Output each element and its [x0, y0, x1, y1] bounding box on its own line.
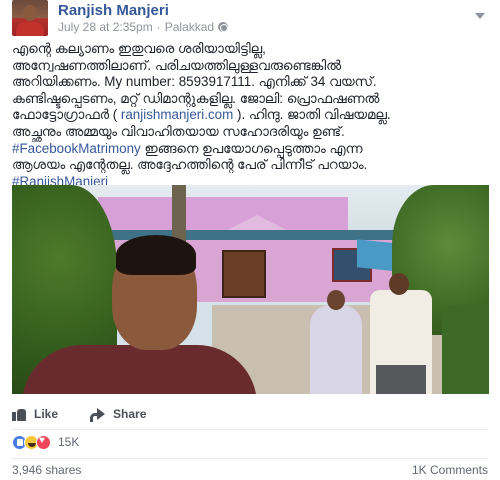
post-footer: 3,946 shares 1K Comments — [12, 458, 488, 480]
author-name-link[interactable]: Ranjish Manjeri — [58, 2, 228, 20]
post-text-line: അറിയിക്കണം. My number: 8593917111. എനിക്… — [12, 74, 377, 90]
mother-figure — [310, 305, 362, 394]
avatar-face — [23, 5, 37, 21]
post-meta: July 28 at 2:35pm · Palakkad — [58, 19, 229, 35]
bush-right — [442, 305, 489, 394]
shares-count-link[interactable]: 3,946 shares — [12, 463, 81, 477]
house-door — [222, 250, 266, 298]
globe-icon — [218, 22, 229, 32]
father-legs — [376, 365, 426, 394]
reaction-count: 15K — [58, 435, 80, 449]
post-timestamp-link[interactable]: July 28 at 2:35pm — [58, 20, 153, 35]
post-text-line: #FacebookMatrimony ഇങ്ങനെ ഉപയോഗപ്പെടുത്ത… — [12, 141, 488, 158]
palm-trunk — [172, 185, 186, 245]
post-actions-bar: Like Share — [12, 398, 488, 430]
post-location-link[interactable]: Palakkad — [165, 20, 214, 35]
website-link[interactable]: ranjishmanjeri.com — [121, 107, 233, 122]
avatar-shirt — [16, 22, 44, 36]
man-figure — [22, 345, 257, 394]
reaction-icons — [12, 434, 51, 450]
post-text-line: അച്ഛനും അമ്മയും വിവാഹിതയായ സഹോദരിയും ഉണ്… — [12, 123, 345, 139]
like-button[interactable]: Like — [12, 407, 58, 421]
post-header: Ranjish Manjeri July 28 at 2:35pm · Pala… — [12, 0, 229, 36]
share-arrow-icon — [90, 407, 106, 422]
post-text-line: കണ്ടിഷ്ടപ്പെടണം, മറ്റ് ഡിമാന്റുകളില്ല. ജ… — [12, 90, 380, 106]
thumbs-up-icon — [12, 407, 26, 421]
facebook-post: Ranjish Manjeri July 28 at 2:35pm · Pala… — [0, 0, 500, 480]
post-photo[interactable] — [12, 185, 489, 394]
post-text-segment: ഇങ്ങനെ ഉപയോഗപ്പെടുത്താം എന്ന — [140, 140, 363, 156]
post-text-line: ഫോട്ടോഗ്രാഫർ ( ranjishmanjeri.com ). ഹിന… — [12, 107, 488, 124]
reactions-summary[interactable]: 15K — [12, 433, 79, 451]
author-avatar[interactable] — [12, 0, 48, 36]
comments-count-link[interactable]: 1K Comments — [412, 463, 488, 477]
post-text: എന്റെ കല്യാണം ഇതുവരെ ശരിയായിട്ടില്ല, അന്… — [12, 41, 488, 190]
mother-head — [327, 290, 345, 310]
meta-separator: · — [156, 19, 161, 34]
author-block: Ranjish Manjeri July 28 at 2:35pm · Pala… — [58, 2, 229, 35]
post-text-segment: ഫോട്ടോഗ്രാഫർ ( — [12, 107, 121, 123]
man-hair — [116, 235, 196, 275]
share-button[interactable]: Share — [90, 406, 147, 422]
hashtag-facebookmatrimony-link[interactable]: #FacebookMatrimony — [12, 141, 141, 156]
love-reaction-icon — [36, 434, 51, 450]
share-label: Share — [113, 406, 147, 421]
post-text-line: എന്റെ കല്യാണം ഇതുവരെ ശരിയായിട്ടില്ല, — [12, 41, 266, 56]
post-text-segment: ). ഹിന്ദു. ജാതി വിഷയമല്ല. — [233, 107, 391, 123]
post-text-line: അന്വേഷണത്തിലാണ്. പരിചയത്തിലുള്ളവരുണ്ടെങ്… — [12, 57, 342, 73]
like-label: Like — [34, 406, 59, 421]
post-text-line: ആശയം എന്റേതല്ല. അദ്ദേഹത്തിന്റെ പേര് പിന്… — [12, 157, 368, 173]
father-head — [389, 273, 409, 295]
chevron-down-icon[interactable] — [474, 10, 486, 22]
